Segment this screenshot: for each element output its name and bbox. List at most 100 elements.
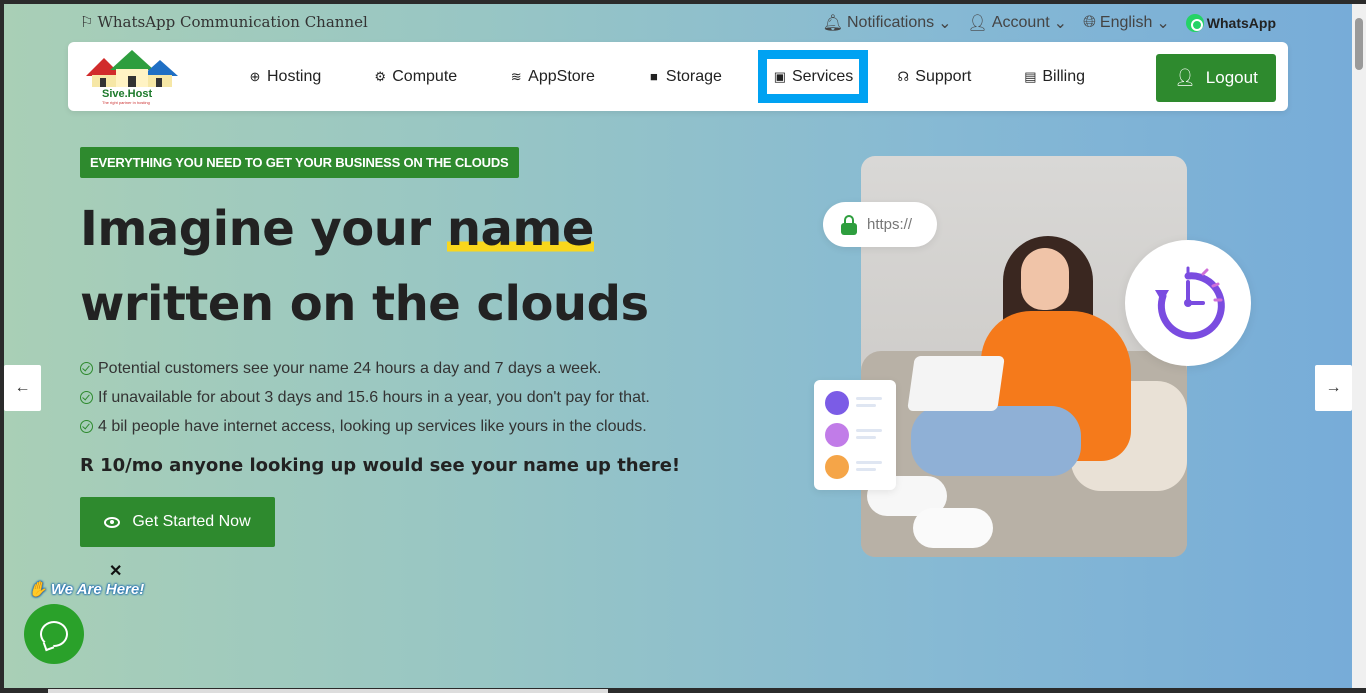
notifications-label: Notifications [846,14,935,31]
clock-refresh-icon [1155,266,1225,340]
headline-part1: Imagine your [80,201,447,257]
language-menu[interactable]: 🌐︎ English ⌄ [1083,13,1170,33]
chat-title: We Are Here! [50,581,145,598]
card-line [856,397,882,400]
services-card [814,380,896,490]
notifications-menu[interactable]: 🔔︎ Notifications ⌄ [823,13,952,33]
nav-item-label: Billing [1042,67,1086,85]
whatsapp-link[interactable]: WhatsApp [1185,14,1276,32]
flag-icon: ⚐ [80,13,94,31]
nav-menu: ⊕ Hosting ⚙ Compute ≋ AppStore ■ Storage… [236,42,1097,111]
page-viewport: ⚐ WhatsApp Communication Channel 🔔︎ Noti… [4,4,1352,688]
clock-badge [1125,240,1251,366]
gear-icon: ⚙ [374,68,387,84]
hero-badge: EVERYTHING YOU NEED TO GET YOUR BUSINESS… [80,147,519,178]
card-line [856,429,882,432]
price-statement: R 10/mo anyone looking up would see your… [80,455,681,476]
list-item: If unavailable for about 3 days and 15.6… [80,383,650,412]
nav-item-label: Support [915,67,972,85]
chevron-down-icon: ⌄ [1053,15,1068,32]
list-item: 4 bil people have internet access, looki… [80,412,650,441]
shield-icon [825,455,849,479]
server-icon [825,391,849,415]
chat-close-button[interactable]: ✕ [109,561,122,581]
main-navbar: Sive.Host The right partner in hosting ⊕… [68,42,1288,111]
user-icon: 👤︎ [1174,68,1196,87]
box-icon: ■ [649,68,658,84]
nav-item-services[interactable]: ▣ Services [757,50,869,103]
https-pill: https:// [823,202,937,247]
check-circle-icon [80,420,93,433]
nav-item-billing[interactable]: ▤ Billing [1011,57,1097,97]
nav-item-label: Compute [392,67,458,85]
database-icon: ≋ [510,68,522,84]
chevron-down-icon: ⌄ [938,15,952,32]
eye-icon [104,516,121,528]
hero-headline: Imagine your name written on the clouds [80,192,649,342]
nav-item-label: Storage [665,67,722,85]
benefit-text: 4 bil people have internet access, looki… [98,418,647,435]
vertical-scrollbar[interactable] [1352,4,1366,688]
arrow-left-icon: ← [14,379,31,396]
invoice-icon: ▤ [1024,68,1037,84]
logo-name: Sive.Host [102,88,153,100]
logout-label: Logout [1205,68,1258,87]
get-started-label: Get Started Now [132,513,251,530]
whatsapp-icon [1185,14,1204,32]
whatsapp-channel-link[interactable]: ⚐ WhatsApp Communication Channel [80,13,368,31]
card-line [856,404,876,407]
face-shape [1021,248,1069,310]
user-icon: 👤︎ [967,15,988,32]
https-label: https:// [867,216,913,233]
shoe-shape [913,508,993,548]
account-label: Account [991,14,1050,31]
nav-item-hosting[interactable]: ⊕ Hosting [236,57,333,97]
channel-label: WhatsApp Communication Channel [97,13,368,31]
nav-item-storage[interactable]: ■ Storage [635,57,734,97]
globe-icon: ⊕ [249,68,261,84]
nav-item-appstore[interactable]: ≋ AppStore [497,57,607,97]
language-label: English [1099,14,1153,31]
lock-icon [841,214,857,235]
headline-line2: written on the clouds [80,276,649,332]
gift-icon: ▣ [773,68,787,84]
chat-bubble-icon [40,621,68,647]
logo-houses-icon [86,50,178,87]
laptop-shape [907,356,1005,411]
top-utility-bar: ⚐ WhatsApp Communication Channel 🔔︎ Noti… [4,4,1352,42]
globe-icon: 🌐︎ [1083,14,1096,31]
benefits-list: Potential customers see your name 24 hou… [80,354,650,441]
benefit-text: Potential customers see your name 24 hou… [98,360,602,377]
bell-icon: 🔔︎ [822,15,843,32]
nav-item-label: Services [791,67,854,85]
headset-icon: ☊ [897,68,910,84]
bottom-edge [0,688,1366,693]
logout-button[interactable]: 👤︎ Logout [1156,54,1276,102]
site-logo[interactable]: Sive.Host The right partner in hosting [84,48,180,106]
bottom-edge-highlight [48,689,608,693]
jeans-shape [911,406,1081,476]
chevron-down-icon: ⌄ [1156,15,1170,32]
account-menu[interactable]: 👤︎ Account ⌄ [968,13,1068,33]
card-line [856,468,876,471]
chat-launcher-button[interactable] [24,604,84,664]
logo-tagline: The right partner in hosting [102,100,150,105]
card-line [856,436,876,439]
whatsapp-label: WhatsApp [1206,15,1276,31]
carousel-prev-button[interactable]: ← [4,365,41,411]
arrow-right-icon: → [1325,379,1342,396]
nav-item-label: AppStore [528,67,595,85]
carousel-next-button[interactable]: → [1315,365,1352,411]
benefit-text: If unavailable for about 3 days and 15.6… [98,389,650,406]
get-started-button[interactable]: Get Started Now [80,497,275,547]
check-circle-icon [80,391,93,404]
nav-item-label: Hosting [267,67,322,85]
list-item: Potential customers see your name 24 hou… [80,354,650,383]
nav-item-support[interactable]: ☊ Support [884,57,983,97]
scrollbar-thumb[interactable] [1355,18,1363,70]
headline-highlight: name [446,201,594,257]
nav-item-compute[interactable]: ⚙ Compute [361,57,469,97]
wave-hand-icon: ✋ [28,581,47,598]
check-circle-icon [80,362,93,375]
card-line [856,461,882,464]
